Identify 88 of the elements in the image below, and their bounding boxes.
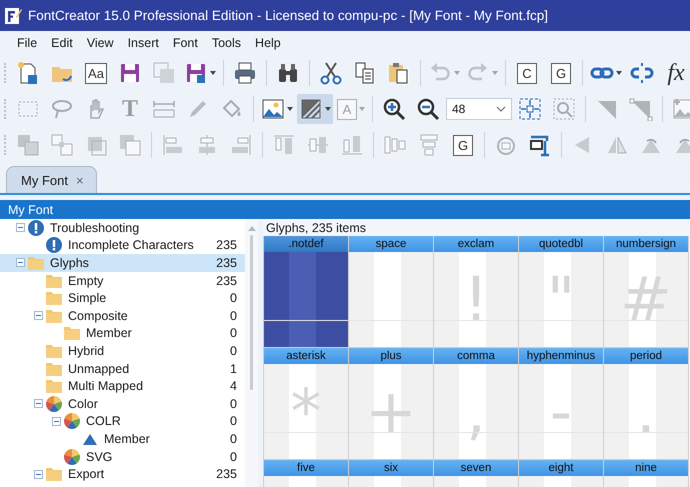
item-count: 0 <box>230 432 237 446</box>
tree-item[interactable]: COLR 0 <box>0 412 245 430</box>
folder-icon <box>46 308 62 324</box>
tree-item[interactable]: Member 0 <box>0 430 245 448</box>
menu-item[interactable]: View <box>80 36 121 50</box>
tree-item[interactable]: Color 0 <box>0 394 245 413</box>
glyph-preview: " <box>546 268 576 330</box>
color-wheel-icon <box>64 413 80 430</box>
item-count: 235 <box>216 467 237 482</box>
collapse-icon[interactable] <box>16 223 25 232</box>
folder-icon <box>46 466 62 482</box>
toolbar-button[interactable]: G <box>545 58 577 88</box>
close-icon[interactable]: × <box>76 172 84 188</box>
glyph-cell[interactable]: space <box>349 236 433 347</box>
tree-item[interactable]: Multi Mapped 4 <box>0 377 245 395</box>
menu-item[interactable]: Insert <box>120 36 166 50</box>
caret-icon[interactable] <box>616 71 622 75</box>
item-count: 0 <box>230 396 237 411</box>
folder-icon <box>46 342 62 359</box>
item-count: 0 <box>230 326 237 340</box>
scroll-up-arrow-icon[interactable] <box>248 225 256 231</box>
glyph-cell[interactable]: plus + <box>349 348 433 459</box>
menu-item[interactable]: Font <box>166 36 205 50</box>
tree-item[interactable]: Troubleshooting <box>0 219 245 237</box>
tree-item[interactable]: Simple 0 <box>0 289 245 307</box>
document-tab[interactable]: My Font × <box>6 166 97 193</box>
glyph-cell[interactable]: exclam ! <box>434 236 518 347</box>
glyph-preview: # <box>620 268 672 330</box>
item-count: 0 <box>230 450 237 464</box>
grid-caption: Glyphs, 235 items <box>265 220 368 236</box>
toolbar-button[interactable]: C <box>511 58 543 88</box>
tree-item[interactable]: Export 235 <box>0 465 245 483</box>
tree-item[interactable]: Incomplete Characters 235 <box>0 236 245 254</box>
glyph-cell[interactable]: quotedbl " <box>519 236 603 347</box>
menu-item[interactable]: Help <box>248 36 288 50</box>
item-count: 4 <box>230 379 237 394</box>
item-count: 0 <box>230 344 237 358</box>
item-count: 1 <box>230 362 237 376</box>
caret-icon[interactable] <box>210 71 216 75</box>
toolbar-button[interactable]: G <box>447 130 479 160</box>
color-wheel-icon <box>64 448 80 465</box>
item-count: 235 <box>216 274 237 288</box>
panel-header: My Font <box>0 200 690 219</box>
menu-item[interactable]: File <box>10 36 44 50</box>
glyph-cell[interactable]: asterisk * <box>264 348 348 459</box>
dropdown-button[interactable] <box>297 94 333 124</box>
glyph-cell[interactable]: hyphenminus - <box>519 348 603 459</box>
caret-icon[interactable] <box>287 107 293 111</box>
tree-item[interactable]: SVG 0 <box>0 448 245 466</box>
window-title: FontCreator 15.0 Professional Edition - Licensed to compu-pc - [My Font - My Font.fcp] <box>28 8 548 23</box>
scrollbar[interactable] <box>245 219 258 487</box>
tree-item[interactable]: Glyphs 235 <box>0 254 245 272</box>
tree-item[interactable]: Empty 235 <box>0 272 245 290</box>
color-wheel-icon <box>46 396 62 412</box>
warning-icon <box>46 237 62 254</box>
hatched-square-icon <box>299 97 323 121</box>
folder-icon <box>28 254 44 271</box>
tree-item[interactable]: Unmapped 1 <box>0 360 245 378</box>
collapse-icon[interactable] <box>34 311 43 320</box>
toolbar-button[interactable]: Aa <box>80 58 112 88</box>
chevron-down-icon[interactable] <box>496 106 506 112</box>
folder-icon <box>64 325 80 342</box>
folder-icon <box>46 272 62 289</box>
item-count: 235 <box>216 256 237 270</box>
glyph-preview: * <box>290 380 322 442</box>
collapse-icon[interactable] <box>16 258 25 268</box>
toolbar-button[interactable]: fx <box>660 58 690 88</box>
zoom-combobox[interactable]: 48 <box>446 98 512 120</box>
tree-item[interactable]: Composite 0 <box>0 306 245 325</box>
glyph-preview: + <box>365 380 417 442</box>
glyph-preview: - <box>550 380 572 442</box>
item-count: 235 <box>216 238 237 252</box>
item-count: 0 <box>230 308 237 323</box>
image-icon <box>261 97 285 121</box>
glyph-cell[interactable]: numbersign # <box>604 236 688 347</box>
folder-icon <box>46 360 62 377</box>
collapse-icon[interactable] <box>34 470 43 479</box>
caret-icon[interactable] <box>325 107 331 111</box>
tree-item[interactable]: Member 0 <box>0 324 245 342</box>
tree-item[interactable]: Hybrid 0 <box>0 342 245 360</box>
glyph-cell[interactable]: .notdef <box>264 236 348 347</box>
item-count: 0 <box>230 291 237 306</box>
folder-icon <box>46 290 62 306</box>
menu-item[interactable]: Tools <box>204 36 248 50</box>
glyph-preview: ! <box>464 268 488 330</box>
menu-item[interactable]: Edit <box>44 36 80 50</box>
item-count: 0 <box>230 414 237 428</box>
app-logo-icon <box>4 6 22 24</box>
